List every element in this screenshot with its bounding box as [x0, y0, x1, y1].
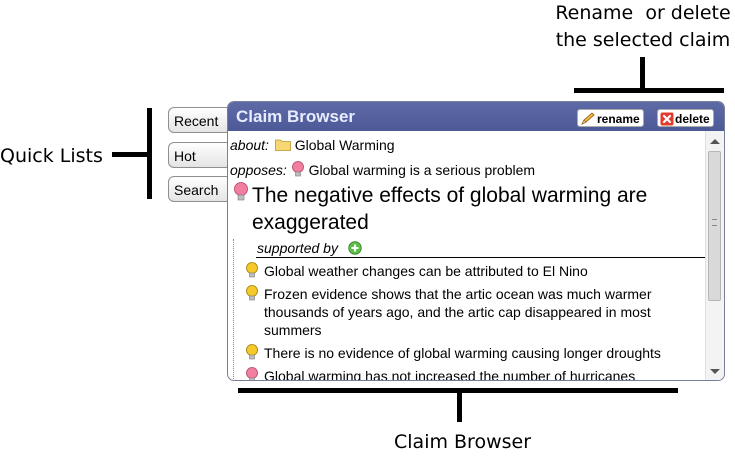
lightbulb-yellow-icon [246, 344, 258, 360]
supporting-claim[interactable]: Frozen evidence shows that the artic oce… [246, 285, 652, 339]
opposes-value[interactable]: Global warming is a serious problem [309, 162, 535, 178]
supported-by-label: supported by [257, 240, 338, 256]
scroll-up-arrow-icon[interactable] [710, 139, 720, 144]
supporting-claim-text-line-1: Frozen evidence shows that the artic oce… [264, 286, 652, 302]
supporting-claim-text: There is no evidence of global warming c… [264, 345, 661, 361]
claim-browser-content: about: Global Warming opposes: Global wa… [228, 131, 707, 381]
add-support-icon[interactable] [348, 241, 362, 255]
selected-claim-title: The negative effects of global warming a… [252, 184, 648, 234]
claim-browser-title: Claim Browser [236, 107, 356, 126]
opposes-row: opposes: Global warming is a serious pro… [230, 161, 535, 178]
supporting-claim-text: Global warming has not increased the num… [264, 368, 636, 381]
lightbulb-pink-icon [246, 367, 258, 380]
quick-lists-annotation: Quick Lists [0, 145, 103, 167]
tree-guide-line [233, 239, 234, 380]
claim-browser-window: Claim Browser rename delete about: Globa… [227, 101, 725, 381]
annotation-bracket-top [574, 88, 724, 93]
rename-button[interactable]: rename [577, 109, 644, 127]
supported-by-divider [256, 257, 707, 258]
claim-browser-annotation: Claim Browser [394, 431, 532, 453]
about-value[interactable]: Global Warming [295, 137, 395, 153]
supported-by-row: supported by [257, 240, 362, 256]
about-row: about: Global Warming [230, 137, 395, 153]
delete-x-icon [660, 112, 674, 126]
lightbulb-pink-icon [291, 161, 304, 177]
search-button[interactable]: Search [168, 176, 232, 202]
scroll-down-arrow-icon[interactable] [710, 369, 720, 374]
annotation-stem-top [640, 57, 645, 89]
delete-label: delete [675, 112, 710, 126]
claim-browser-titlebar: Claim Browser rename delete [228, 102, 724, 131]
pencil-icon [581, 112, 595, 125]
supporting-claim[interactable]: Global warming has not increased the num… [246, 367, 636, 381]
grip-icon [712, 219, 717, 226]
rename-label: rename [597, 112, 640, 126]
hot-button[interactable]: Hot [168, 142, 232, 168]
recent-button[interactable]: Recent [168, 107, 232, 133]
supporting-claim[interactable]: Global weather changes can be attributed… [246, 262, 588, 280]
annotation-stem-bottom [457, 392, 462, 422]
delete-button[interactable]: delete [657, 109, 714, 127]
supporting-claim[interactable]: There is no evidence of global warming c… [246, 344, 661, 362]
lightbulb-yellow-icon [246, 285, 258, 301]
annotation-bracket-left [147, 108, 152, 199]
about-label: about: [230, 137, 269, 153]
lightbulb-yellow-icon [246, 262, 258, 278]
opposes-label: opposes: [230, 162, 287, 178]
supporting-claim-text: Global weather changes can be attributed… [264, 263, 588, 279]
supporting-claim-text-line-2: thousands of years ago, and the artic ca… [264, 304, 651, 320]
vertical-scrollbar[interactable] [705, 131, 724, 380]
annotation-stem-left [112, 152, 148, 157]
rename-delete-annotation: Rename or delete the selected claim [548, 0, 735, 54]
lightbulb-pink-icon [234, 182, 248, 201]
annotation-line-2: the selected claim [555, 29, 731, 51]
supporting-claim-text-line-3: summers [264, 322, 322, 338]
annotation-line-1: Rename or delete [555, 2, 731, 24]
folder-icon [274, 139, 291, 151]
scrollbar-thumb[interactable] [708, 151, 721, 301]
